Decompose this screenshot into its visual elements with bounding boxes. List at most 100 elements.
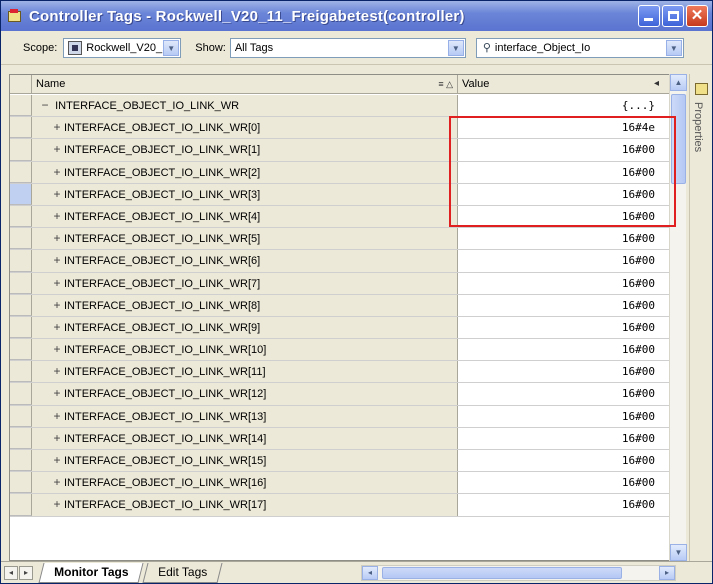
tag-name-cell[interactable]: + INTERFACE_OBJECT_IO_LINK_WR[11] (32, 361, 458, 383)
table-row[interactable]: + INTERFACE_OBJECT_IO_LINK_WR[0] 16#4e (10, 117, 675, 140)
row-selector[interactable] (10, 205, 32, 228)
expand-icon[interactable]: + (50, 450, 64, 471)
table-row[interactable]: + INTERFACE_OBJECT_IO_LINK_WR[8] 16#00 (10, 294, 675, 317)
tag-name-cell[interactable]: + INTERFACE_OBJECT_IO_LINK_WR[8] (32, 294, 458, 316)
tag-value-cell[interactable]: 16#00 (458, 250, 665, 272)
tag-name-cell[interactable]: + INTERFACE_OBJECT_IO_LINK_WR[3] (32, 183, 458, 205)
table-row[interactable]: + INTERFACE_OBJECT_IO_LINK_WR[1] 16#00 (10, 139, 675, 162)
chevron-down-icon[interactable]: ▼ (665, 39, 682, 56)
table-row[interactable]: + INTERFACE_OBJECT_IO_LINK_WR[3] 16#00 (10, 183, 675, 206)
row-selector[interactable] (10, 117, 32, 139)
tag-value-cell[interactable]: 16#00 (458, 450, 665, 472)
tag-name-cell[interactable]: + INTERFACE_OBJECT_IO_LINK_WR[6] (32, 250, 458, 272)
scope-select[interactable]: Rockwell_V20_1 ▼ (63, 37, 182, 58)
table-row[interactable]: + INTERFACE_OBJECT_IO_LINK_WR[16] 16#00 (10, 472, 675, 495)
expand-icon[interactable]: + (50, 361, 64, 382)
row-selector[interactable] (10, 383, 32, 405)
row-selector[interactable] (10, 139, 32, 161)
tag-name-cell[interactable]: + INTERFACE_OBJECT_IO_LINK_WR[16] (32, 472, 458, 494)
tag-value-cell[interactable]: 16#00 (458, 161, 665, 183)
table-row[interactable]: + INTERFACE_OBJECT_IO_LINK_WR[4] 16#00 (10, 205, 675, 229)
expand-icon[interactable]: + (50, 472, 64, 493)
tag-name-cell[interactable]: + INTERFACE_OBJECT_IO_LINK_WR[12] (32, 383, 458, 405)
tag-value-cell[interactable]: 16#00 (458, 272, 665, 294)
collapse-icon[interactable]: − (38, 95, 52, 116)
expand-icon[interactable]: + (50, 184, 64, 205)
table-row[interactable]: + INTERFACE_OBJECT_IO_LINK_WR[2] 16#00 (10, 161, 675, 184)
row-selector[interactable] (10, 427, 32, 449)
tag-value-cell[interactable]: 16#00 (458, 316, 665, 339)
tag-name-cell[interactable]: + INTERFACE_OBJECT_IO_LINK_WR[17] (32, 494, 458, 516)
expand-icon[interactable]: + (50, 139, 64, 160)
row-selector[interactable] (10, 161, 32, 183)
table-row[interactable]: + INTERFACE_OBJECT_IO_LINK_WR[11] 16#00 (10, 361, 675, 384)
tag-value-cell[interactable]: 16#4e (458, 117, 665, 139)
name-column-header[interactable]: Name ≡ △ (32, 75, 458, 93)
tag-value-cell[interactable]: {...} (458, 95, 665, 117)
expand-icon[interactable]: + (50, 250, 64, 271)
expand-icon[interactable]: + (50, 117, 64, 138)
tag-value-cell[interactable]: 16#00 (458, 228, 665, 250)
tag-name-cell[interactable]: − INTERFACE_OBJECT_IO_LINK_WR (32, 95, 458, 117)
tag-name-cell[interactable]: + INTERFACE_OBJECT_IO_LINK_WR[4] (32, 205, 458, 228)
row-selector[interactable] (10, 294, 32, 316)
row-selector[interactable] (10, 316, 32, 339)
scroll-down-icon[interactable]: ▼ (670, 544, 687, 561)
row-selector[interactable] (10, 494, 32, 516)
row-selector[interactable] (10, 472, 32, 494)
tag-value-cell[interactable]: 16#00 (458, 294, 665, 316)
expand-icon[interactable]: + (50, 383, 64, 404)
column-arrow-icon[interactable]: ◂ (654, 75, 659, 93)
tag-name-cell[interactable]: + INTERFACE_OBJECT_IO_LINK_WR[9] (32, 316, 458, 339)
tab-edit-tags[interactable]: Edit Tags (142, 562, 224, 583)
tag-value-cell[interactable]: 16#00 (458, 183, 665, 205)
tag-name-cell[interactable]: + INTERFACE_OBJECT_IO_LINK_WR[14] (32, 427, 458, 449)
title-bar[interactable]: Controller Tags - Rockwell_V20_11_Freiga… (1, 1, 712, 31)
sort-icon[interactable]: ≡ △ (438, 75, 453, 93)
tag-filter-select[interactable]: ⚲ interface_Object_Io ▼ (475, 37, 684, 58)
tag-value-cell[interactable]: 16#00 (458, 494, 665, 516)
show-select[interactable]: All Tags ▼ (229, 37, 466, 58)
tag-value-cell[interactable]: 16#00 (458, 339, 665, 361)
expand-icon[interactable]: + (50, 162, 64, 183)
expand-icon[interactable]: + (50, 494, 64, 515)
scroll-left-icon[interactable]: ◂ (362, 566, 378, 580)
vertical-scrollbar[interactable]: ▲ ▼ (669, 74, 687, 561)
horizontal-scroll-thumb[interactable] (382, 567, 622, 579)
tag-name-cell[interactable]: + INTERFACE_OBJECT_IO_LINK_WR[1] (32, 139, 458, 161)
horizontal-scrollbar[interactable]: ◂ ▸ (361, 565, 676, 581)
expand-icon[interactable]: + (50, 206, 64, 227)
tag-value-cell[interactable]: 16#00 (458, 405, 665, 427)
properties-side-panel[interactable]: Properties (689, 74, 711, 561)
expand-icon[interactable]: + (50, 295, 64, 316)
expand-icon[interactable]: + (50, 339, 64, 360)
maximize-button[interactable] (662, 5, 684, 27)
row-selector[interactable] (10, 183, 32, 205)
expand-icon[interactable]: + (50, 428, 64, 449)
tag-name-cell[interactable]: + INTERFACE_OBJECT_IO_LINK_WR[5] (32, 228, 458, 250)
table-row-parent[interactable]: − INTERFACE_OBJECT_IO_LINK_WR {...} (10, 95, 675, 118)
tag-value-cell[interactable]: 16#00 (458, 383, 665, 405)
table-row[interactable]: + INTERFACE_OBJECT_IO_LINK_WR[7] 16#00 (10, 272, 675, 295)
expand-icon[interactable]: + (50, 406, 64, 427)
row-selector[interactable] (10, 250, 32, 272)
table-row[interactable]: + INTERFACE_OBJECT_IO_LINK_WR[6] 16#00 (10, 250, 675, 273)
row-selector[interactable] (10, 272, 32, 294)
tag-name-cell[interactable]: + INTERFACE_OBJECT_IO_LINK_WR[10] (32, 339, 458, 361)
row-selector[interactable] (10, 361, 32, 383)
tag-name-cell[interactable]: + INTERFACE_OBJECT_IO_LINK_WR[7] (32, 272, 458, 294)
tag-name-cell[interactable]: + INTERFACE_OBJECT_IO_LINK_WR[13] (32, 405, 458, 427)
table-row[interactable]: + INTERFACE_OBJECT_IO_LINK_WR[17] 16#00 (10, 494, 675, 517)
expand-icon[interactable]: + (50, 317, 64, 338)
chevron-down-icon[interactable]: ▼ (163, 39, 180, 56)
tag-name-cell[interactable]: + INTERFACE_OBJECT_IO_LINK_WR[2] (32, 161, 458, 183)
table-row[interactable]: + INTERFACE_OBJECT_IO_LINK_WR[10] 16#00 (10, 339, 675, 362)
minimize-button[interactable] (638, 5, 660, 27)
tab-monitor-tags[interactable]: Monitor Tags (38, 562, 144, 583)
row-selector[interactable] (10, 95, 32, 117)
table-row[interactable]: + INTERFACE_OBJECT_IO_LINK_WR[14] 16#00 (10, 427, 675, 450)
tag-name-cell[interactable]: + INTERFACE_OBJECT_IO_LINK_WR[0] (32, 117, 458, 139)
tag-value-cell[interactable]: 16#00 (458, 472, 665, 494)
close-button[interactable]: ✕ (686, 5, 708, 27)
scroll-thumb[interactable] (671, 94, 686, 184)
